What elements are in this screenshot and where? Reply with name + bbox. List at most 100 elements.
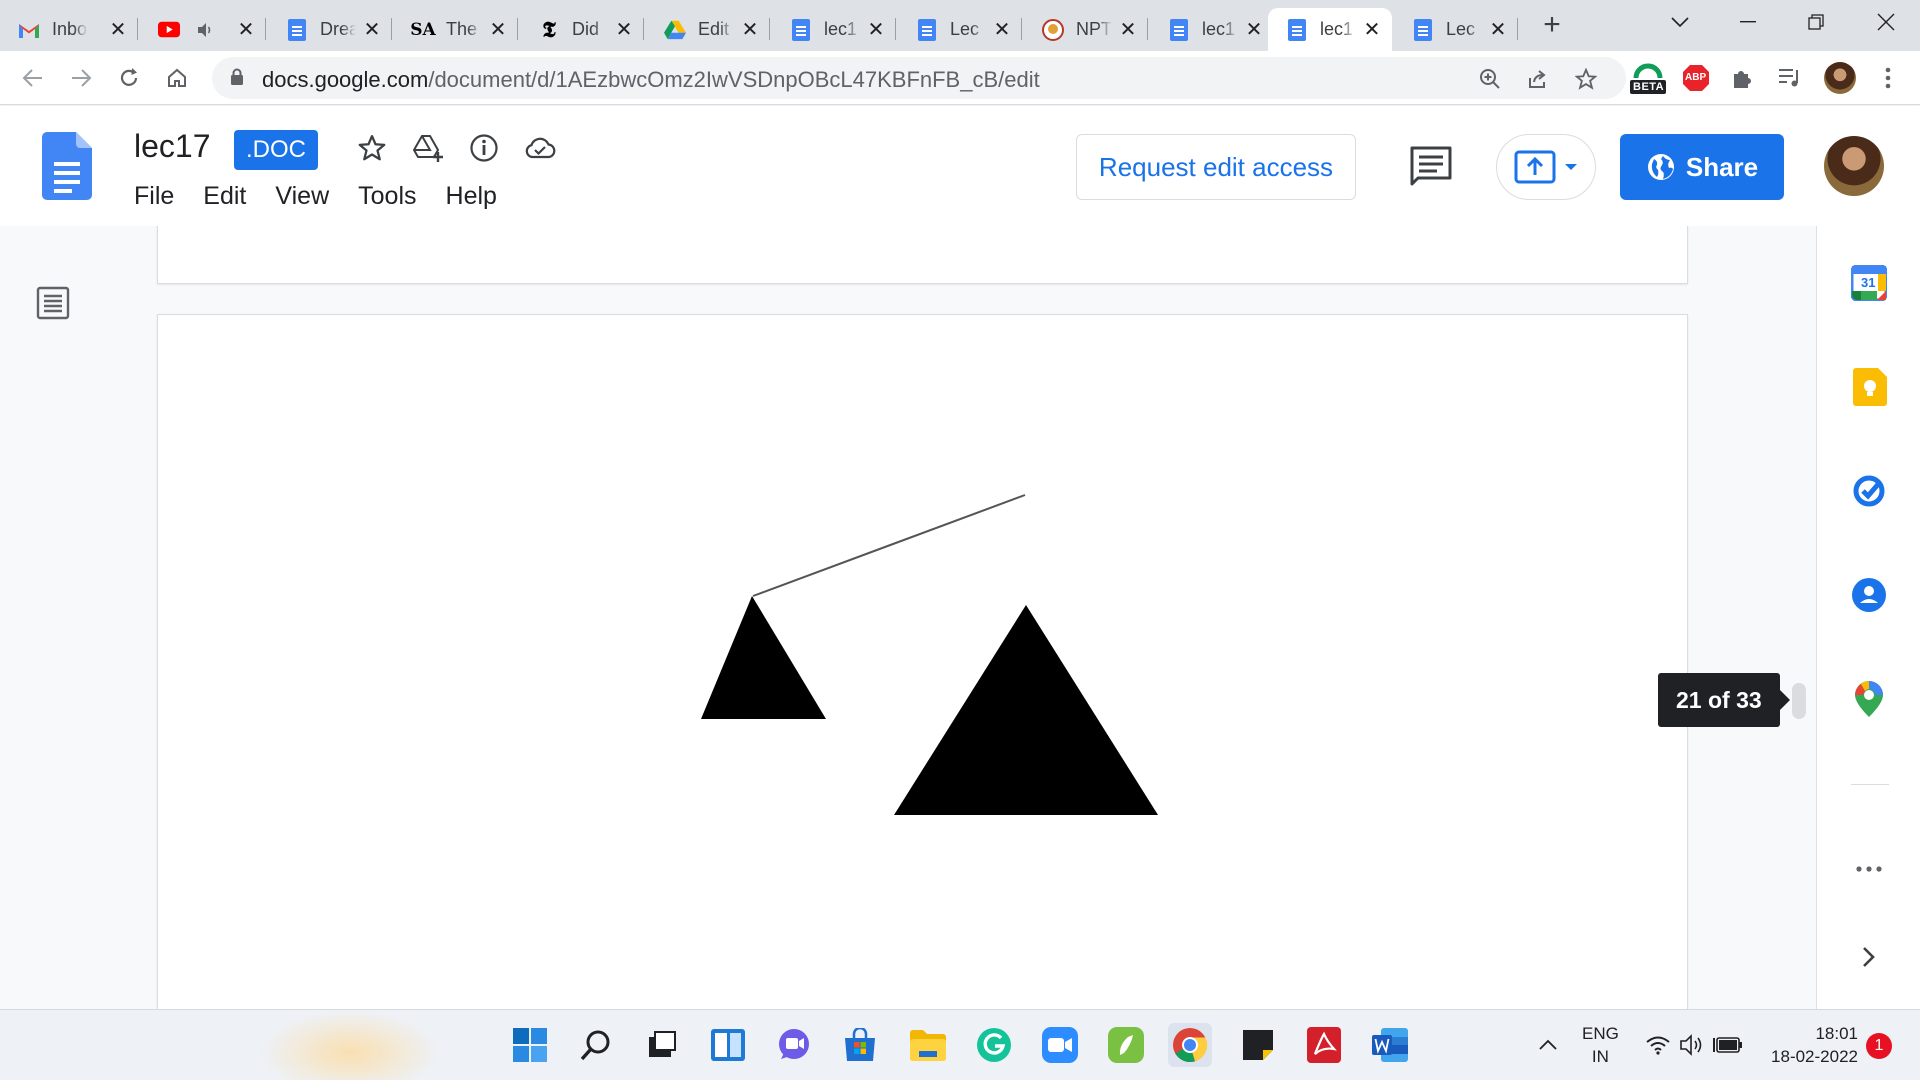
docs-icon [1168, 18, 1190, 41]
menu-help[interactable]: Help [436, 182, 507, 211]
url-text[interactable]: docs.google.com/document/d/1AEzbwcOmz2Iw… [262, 67, 1040, 93]
close-tab-icon[interactable]: ✕ [362, 19, 382, 41]
star-icon[interactable] [352, 128, 392, 168]
menu-tools[interactable]: Tools [348, 182, 426, 211]
more-addons-icon[interactable] [1850, 850, 1888, 888]
close-tab-icon[interactable]: ✕ [614, 19, 634, 41]
close-tab-icon[interactable]: ✕ [866, 19, 886, 41]
scrollbar-thumb[interactable] [1792, 683, 1806, 719]
menu-edit[interactable]: Edit [193, 182, 256, 211]
new-tab-button[interactable]: + [1536, 10, 1568, 42]
chrome-profile-avatar[interactable] [1822, 60, 1858, 96]
present-button[interactable] [1496, 134, 1596, 200]
battery-icon[interactable] [1708, 1023, 1748, 1067]
tab-drive[interactable]: Edit ✕ [646, 8, 770, 51]
extensions-puzzle-icon[interactable] [1724, 60, 1760, 96]
tab-docs[interactable]: Lec ✕ [1394, 8, 1518, 51]
input-language-indicator[interactable]: ENG IN [1582, 1022, 1619, 1068]
volume-icon[interactable] [1672, 1023, 1712, 1067]
share-page-icon[interactable] [1524, 65, 1552, 93]
menu-view[interactable]: View [265, 182, 339, 211]
tab-docs[interactable]: Lec ✕ [898, 8, 1022, 51]
sticky-notes-icon[interactable] [1236, 1023, 1280, 1067]
close-tab-icon[interactable]: ✕ [992, 19, 1012, 41]
lock-icon[interactable] [230, 68, 244, 86]
tab-youtube[interactable]: ✕ [140, 8, 266, 51]
microsoft-store-icon[interactable] [838, 1023, 882, 1067]
evernote-icon[interactable] [1104, 1023, 1148, 1067]
calendar-icon[interactable]: 31 [1850, 264, 1888, 302]
cloud-saved-icon[interactable] [520, 128, 560, 168]
google-docs-logo-icon[interactable] [42, 132, 92, 200]
adblock-icon[interactable]: ABP [1678, 60, 1714, 96]
browser-tab-strip: Inbox ✕ ✕ Dream ✕ SA The ✕ 𝕿 Did ✕ Edit [0, 0, 1920, 51]
chevron-right-icon[interactable] [1850, 938, 1888, 976]
show-hidden-icons-chevron-icon[interactable] [1530, 1023, 1566, 1067]
document-page[interactable] [157, 314, 1688, 1009]
restore-window-button[interactable] [1788, 0, 1844, 44]
add-to-drive-icon[interactable] [408, 128, 448, 168]
reload-button[interactable] [112, 61, 146, 95]
speaker-icon[interactable] [194, 19, 216, 41]
tab-nptel[interactable]: NPT ✕ [1024, 8, 1148, 51]
tab-sa[interactable]: SA The ✕ [394, 8, 518, 51]
tasks-icon[interactable] [1850, 472, 1888, 510]
document-outline-icon[interactable] [36, 286, 70, 320]
close-tab-icon[interactable]: ✕ [1488, 19, 1508, 41]
request-edit-access-button[interactable]: Request edit access [1076, 134, 1356, 200]
tab-docs[interactable]: Dream ✕ [268, 8, 392, 51]
system-clock[interactable]: 18:01 18-02-2022 [1758, 1022, 1858, 1068]
home-button[interactable] [160, 61, 194, 95]
teams-chat-icon[interactable] [772, 1023, 816, 1067]
tab-docs[interactable]: lec1 ✕ [772, 8, 896, 51]
task-view-icon[interactable] [640, 1023, 684, 1067]
close-tab-icon[interactable]: ✕ [1118, 19, 1138, 41]
acrobat-reader-icon[interactable] [1302, 1023, 1346, 1067]
previous-page[interactable] [157, 226, 1688, 284]
zoom-icon[interactable] [1476, 65, 1504, 93]
share-button[interactable]: Share [1620, 134, 1784, 200]
tab-docs-active[interactable]: lec1 ✕ [1268, 8, 1392, 51]
media-control-icon[interactable] [1772, 60, 1808, 96]
widgets-icon[interactable] [706, 1023, 750, 1067]
contacts-icon[interactable] [1850, 576, 1888, 614]
close-tab-icon[interactable]: ✕ [1362, 19, 1382, 41]
windows-taskbar: ENG IN 18:01 18-02-2022 1 [0, 1009, 1920, 1080]
tab-nyt[interactable]: 𝕿 Did ✕ [520, 8, 644, 51]
zoom-app-icon[interactable] [1038, 1023, 1082, 1067]
close-tab-icon[interactable]: ✕ [108, 19, 128, 41]
close-tab-icon[interactable]: ✕ [1244, 19, 1264, 41]
forward-button[interactable] [64, 61, 98, 95]
close-tab-icon[interactable]: ✕ [740, 19, 760, 41]
search-icon[interactable] [574, 1023, 618, 1067]
document-title[interactable]: lec17 [134, 128, 211, 165]
account-avatar[interactable] [1824, 136, 1884, 196]
workspace-side-panel: 31 [1816, 226, 1920, 1009]
tab-gmail[interactable]: Inbox ✕ [0, 8, 138, 51]
keep-icon[interactable] [1850, 368, 1888, 406]
document-details-icon[interactable] [464, 128, 504, 168]
bookmark-star-icon[interactable] [1572, 65, 1600, 93]
tab-search-icon[interactable] [1652, 0, 1708, 44]
close-window-button[interactable] [1858, 0, 1914, 44]
document-canvas[interactable]: 21 of 33 [0, 226, 1816, 1009]
clock-time: 18:01 [1815, 1024, 1858, 1043]
file-explorer-icon[interactable] [906, 1023, 950, 1067]
large-triangle [894, 605, 1158, 815]
windows-start-icon[interactable] [508, 1023, 552, 1067]
menu-file[interactable]: File [124, 182, 184, 211]
notification-badge[interactable]: 1 [1866, 1033, 1892, 1059]
back-button[interactable] [16, 61, 50, 95]
chrome-icon[interactable] [1168, 1023, 1212, 1067]
address-bar[interactable]: docs.google.com/document/d/1AEzbwcOmz2Iw… [212, 57, 1626, 99]
word-icon[interactable] [1368, 1023, 1412, 1067]
beta-extension-icon[interactable]: BETA [1628, 60, 1668, 96]
tab-docs[interactable]: lec1 ✕ [1150, 8, 1274, 51]
minimize-window-button[interactable] [1720, 0, 1776, 44]
grammarly-icon[interactable] [972, 1023, 1016, 1067]
close-tab-icon[interactable]: ✕ [488, 19, 508, 41]
chrome-menu-icon[interactable] [1870, 60, 1906, 96]
comment-history-icon[interactable] [1408, 144, 1454, 190]
close-tab-icon[interactable]: ✕ [236, 19, 256, 41]
maps-icon[interactable] [1850, 680, 1888, 718]
